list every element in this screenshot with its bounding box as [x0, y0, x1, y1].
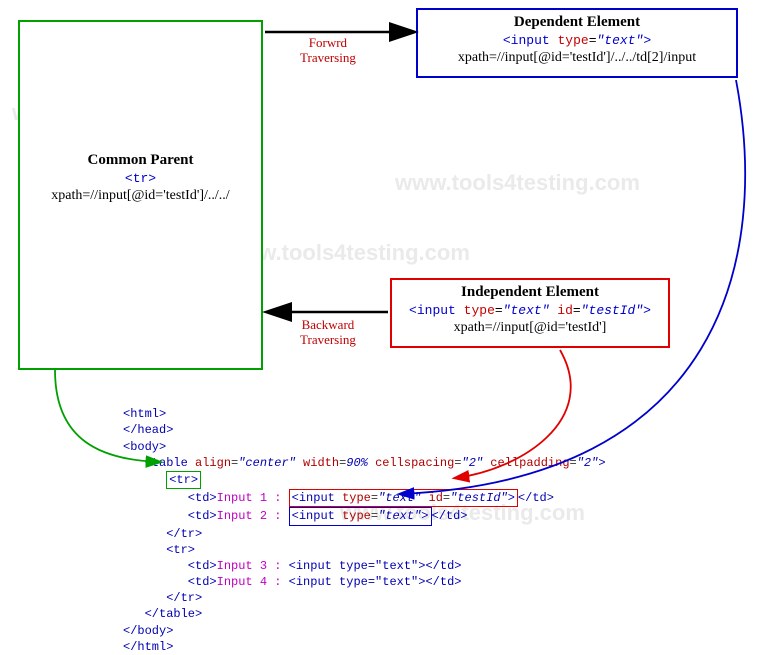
- dependent-element-box: Dependent Element <input type="text"> xp…: [416, 8, 738, 78]
- independent-xpath: xpath=//input[@id='testId']: [398, 320, 662, 336]
- dependent-xpath: xpath=//input[@id='testId']/../../td[2]/…: [424, 50, 730, 66]
- common-parent-code: <tr>: [26, 171, 255, 186]
- input2-highlight: <input type="text">: [289, 507, 432, 525]
- dependent-title: Dependent Element: [424, 14, 730, 31]
- independent-title: Independent Element: [398, 284, 662, 301]
- common-parent-xpath: xpath=//input[@id='testId']/../../: [26, 188, 255, 204]
- independent-code: <input type="text" id="testId">: [398, 303, 662, 318]
- input1-highlight: <input type="text" id="testId">: [289, 489, 518, 507]
- common-parent-box: Common Parent <tr> xpath=//input[@id='te…: [18, 20, 263, 370]
- dependent-code: <input type="text">: [424, 33, 730, 48]
- html-code-block: <html> </head> <body> <table align="cent…: [123, 390, 606, 655]
- forward-traversing-label: ForwrdTraversing: [300, 36, 356, 66]
- independent-element-box: Independent Element <input type="text" i…: [390, 278, 670, 348]
- watermark: www.tools4testing.com: [395, 170, 640, 196]
- common-parent-title: Common Parent: [26, 152, 255, 169]
- backward-traversing-label: BackwardTraversing: [300, 318, 356, 348]
- tr-highlight: <tr>: [166, 471, 201, 489]
